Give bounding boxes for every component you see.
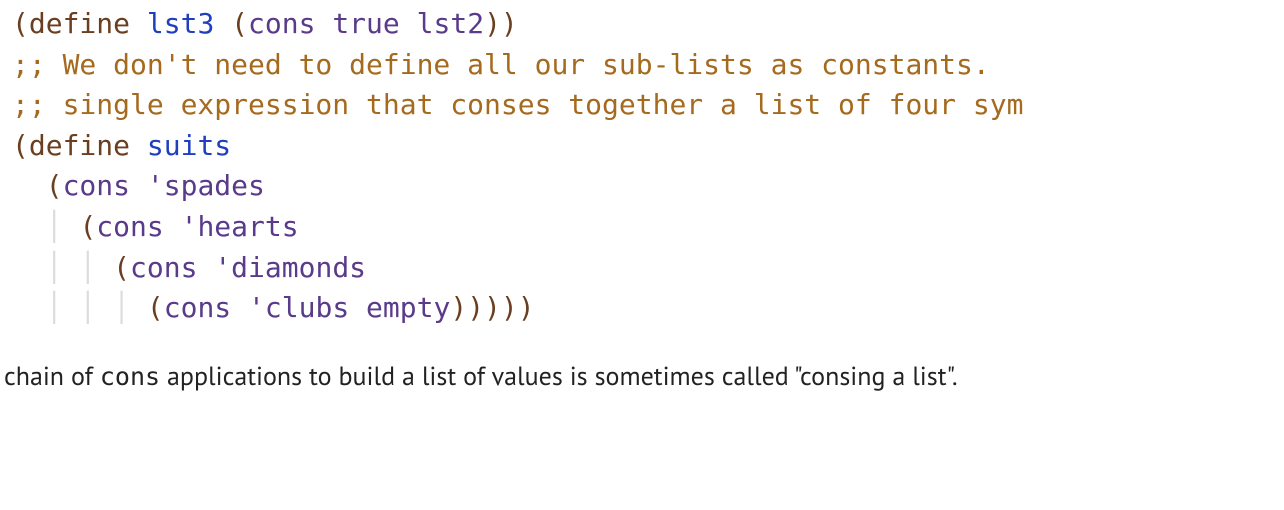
comment-line-3: ;; single expression that conses togethe…	[12, 88, 1023, 121]
inline-code-cons: cons	[100, 362, 160, 391]
comment-line-2: ;; We don't need to define all our sub-l…	[12, 48, 990, 81]
code-line-7: │ │ (cons 'diamonds	[12, 251, 366, 284]
code-line-4: (define suits	[12, 129, 231, 162]
keyword-define: define	[29, 7, 130, 40]
paren-open: (	[147, 291, 164, 324]
ident-cons: cons	[164, 291, 231, 324]
ident-cons: cons	[130, 251, 197, 284]
symbol-spades: 'spades	[147, 169, 265, 202]
prose-text: applications to build a list of values i…	[160, 360, 958, 393]
ident-cons: cons	[63, 169, 130, 202]
symbol-diamonds: 'diamonds	[214, 251, 366, 284]
code-line-1: (define lst3 (cons true lst2))	[12, 7, 518, 40]
paren-close: ))	[484, 7, 518, 40]
code-line-5: (cons 'spades	[12, 169, 265, 202]
keyword-define: define	[29, 129, 130, 162]
paren-open: (	[113, 251, 130, 284]
ident-cons: cons	[96, 210, 163, 243]
ident-lst2: lst2	[417, 7, 484, 40]
ident-cons: cons	[248, 7, 315, 40]
indent-guide: │ │ │	[46, 291, 147, 324]
def-name-lst3: lst3	[147, 7, 214, 40]
indent-guide: │	[46, 210, 80, 243]
symbol-clubs: 'clubs	[248, 291, 349, 324]
paren-open: (	[79, 210, 96, 243]
ident-empty: empty	[366, 291, 450, 324]
prose-paragraph: chain of cons applications to build a li…	[0, 329, 1284, 396]
paren-open: (	[12, 129, 29, 162]
ident-true: true	[332, 7, 399, 40]
prose-text: chain of	[4, 360, 100, 393]
indent-guide: │ │	[46, 251, 113, 284]
code-line-8: │ │ │ (cons 'clubs empty)))))	[12, 291, 535, 324]
paren-open: (	[12, 7, 29, 40]
code-block: (define lst3 (cons true lst2)) ;; We don…	[0, 0, 1284, 329]
def-name-suits: suits	[147, 129, 231, 162]
paren-open: (	[46, 169, 63, 202]
symbol-hearts: 'hearts	[181, 210, 299, 243]
paren-open: (	[231, 7, 248, 40]
code-line-6: │ (cons 'hearts	[12, 210, 299, 243]
paren-close: )))))	[450, 291, 534, 324]
